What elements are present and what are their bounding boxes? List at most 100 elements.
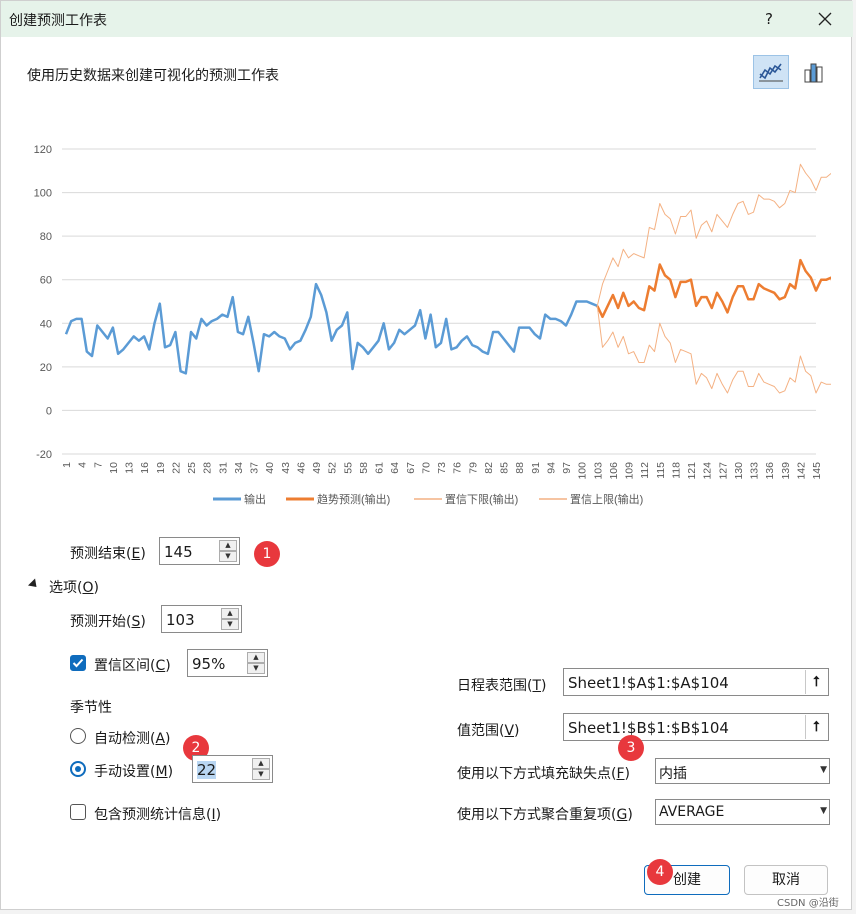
x-tick-label: 100 (577, 462, 589, 480)
y-tick-label: 20 (40, 362, 52, 374)
close-button[interactable] (811, 7, 839, 31)
values-range-label: 值范围(V) (457, 723, 520, 739)
title-bar: 创建预测工作表 ? (1, 1, 853, 37)
spin-down-button[interactable]: ▼ (252, 769, 270, 780)
x-tick-label: 16 (139, 462, 151, 474)
x-tick-label: 19 (155, 462, 167, 474)
spin-down-button[interactable]: ▼ (247, 663, 265, 674)
x-tick-label: 112 (639, 462, 651, 479)
spin-up-button[interactable]: ▲ (252, 758, 270, 769)
timeline-range-input[interactable]: Sheet1!$A$1:$A$104 ⭡ (563, 668, 829, 696)
confidence-value[interactable]: 95% (192, 655, 225, 673)
x-tick-label: 4 (77, 462, 89, 468)
x-tick-label: 43 (280, 462, 292, 474)
x-tick-label: 136 (764, 462, 776, 480)
auto-detect-label: 自动检测(A) (94, 731, 171, 747)
legend-label: 置信下限(输出) (445, 492, 518, 506)
x-tick-label: 37 (249, 462, 261, 474)
x-tick-label: 13 (124, 462, 136, 474)
series-line (596, 305, 831, 394)
y-tick-label: 40 (40, 318, 52, 330)
x-tick-label: 85 (499, 462, 511, 474)
close-icon (818, 12, 832, 26)
auto-detect-radio[interactable] (70, 728, 86, 744)
values-range-collapse-button[interactable]: ⭡ (805, 715, 827, 739)
x-tick-label: 46 (295, 462, 307, 474)
spin-down-button[interactable]: ▼ (219, 551, 237, 562)
include-stats-label: 包含预测统计信息(I) (94, 807, 222, 823)
cancel-button-label: 取消 (772, 872, 800, 888)
x-tick-label: 49 (311, 462, 323, 474)
x-tick-label: 25 (186, 462, 198, 474)
spin-up-button[interactable]: ▲ (247, 652, 265, 663)
y-tick-label: 120 (34, 144, 52, 156)
x-tick-label: 64 (389, 462, 401, 474)
x-tick-label: 130 (733, 462, 745, 480)
x-tick-label: 82 (483, 462, 495, 474)
spin-down-button[interactable]: ▼ (221, 619, 239, 630)
series-line (596, 258, 831, 319)
x-tick-label: 67 (405, 462, 417, 474)
line-chart-icon (759, 63, 783, 82)
manual-setting-radio[interactable] (70, 761, 86, 777)
watermark: CSDN @沿街 (777, 898, 839, 909)
forecast-start-spinner[interactable]: 103 ▲ ▼ (161, 605, 242, 633)
confidence-checkbox[interactable] (70, 655, 86, 671)
annotation-badge-1: 1 (254, 541, 280, 567)
x-tick-label: 10 (108, 462, 120, 474)
forecast-end-value[interactable]: 145 (164, 543, 193, 561)
spin-up-button[interactable]: ▲ (219, 540, 237, 551)
fill-missing-value: 内插 (659, 766, 687, 782)
x-tick-label: 1 (61, 462, 73, 468)
x-tick-label: 22 (170, 462, 182, 474)
x-tick-label: 76 (452, 462, 464, 474)
x-tick-label: 97 (561, 462, 573, 474)
upload-arrow-icon: ⭡ (813, 719, 820, 735)
x-tick-label: 73 (436, 462, 448, 474)
x-tick-label: 91 (530, 462, 542, 474)
cancel-button[interactable]: 取消 (744, 865, 828, 895)
confidence-label: 置信区间(C) (94, 658, 171, 674)
y-tick-label: 100 (34, 188, 52, 200)
spin-up-button[interactable]: ▲ (221, 608, 239, 619)
aggregate-label: 使用以下方式聚合重复项(G) (457, 807, 633, 823)
x-tick-label: 31 (217, 462, 229, 474)
x-tick-label: 55 (342, 462, 354, 474)
chevron-down-icon: ▼ (820, 765, 827, 775)
timeline-range-collapse-button[interactable]: ⭡ (805, 670, 827, 694)
values-range-value[interactable]: Sheet1!$B$1:$B$104 (568, 719, 729, 737)
x-tick-label: 124 (702, 462, 714, 480)
values-range-input[interactable]: Sheet1!$B$1:$B$104 ⭡ (563, 713, 829, 741)
help-button[interactable]: ? (757, 7, 781, 31)
x-tick-label: 109 (624, 462, 636, 480)
x-tick-label: 103 (592, 462, 604, 480)
aggregate-select[interactable]: AVERAGE ▼ (655, 799, 830, 825)
checkmark-icon (72, 658, 84, 668)
x-tick-label: 52 (327, 462, 339, 474)
column-chart-button[interactable] (795, 55, 831, 89)
forecast-end-label: 预测结束(E) (70, 546, 146, 562)
confidence-spinner[interactable]: 95% ▲ ▼ (187, 649, 268, 677)
x-tick-label: 70 (420, 462, 432, 474)
x-tick-label: 40 (264, 462, 276, 474)
fill-missing-label: 使用以下方式填充缺失点(F) (457, 766, 630, 782)
x-tick-label: 142 (795, 462, 807, 480)
x-tick-label: 79 (467, 462, 479, 474)
x-tick-label: 88 (514, 462, 526, 474)
collapse-triangle-icon[interactable] (27, 578, 41, 591)
include-stats-checkbox[interactable] (70, 804, 86, 820)
x-tick-label: 61 (374, 462, 386, 474)
line-chart-button[interactable] (753, 55, 789, 89)
x-tick-label: 115 (655, 462, 667, 479)
timeline-range-value[interactable]: Sheet1!$A$1:$A$104 (568, 674, 729, 692)
forecast-end-spinner[interactable]: 145 ▲ ▼ (159, 537, 240, 565)
x-tick-label: 94 (545, 462, 557, 474)
manual-season-spinner[interactable]: 22 ▲ ▼ (192, 755, 273, 783)
fill-missing-select[interactable]: 内插 ▼ (655, 758, 830, 784)
forecast-start-label: 预测开始(S) (70, 614, 146, 630)
forecast-start-value[interactable]: 103 (166, 611, 195, 629)
x-tick-label: 34 (233, 462, 245, 474)
y-tick-label: -20 (36, 449, 52, 461)
manual-season-value[interactable]: 22 (197, 761, 217, 779)
options-toggle[interactable]: 选项(O) (49, 577, 99, 597)
